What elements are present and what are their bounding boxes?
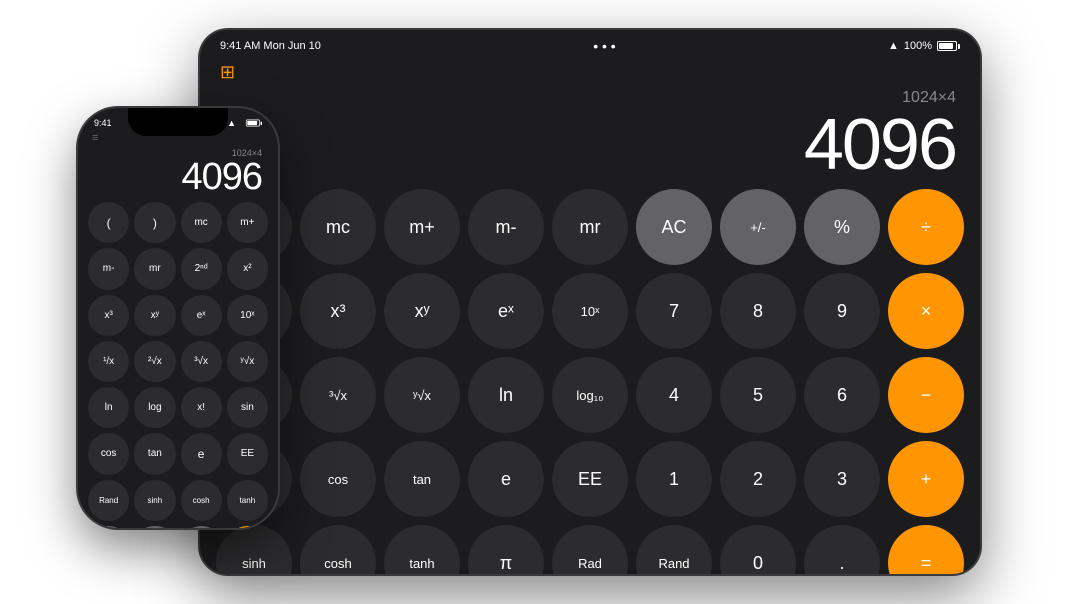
ipad-button----[interactable]: +/- — [720, 189, 796, 265]
iphone-button--[interactable]: ) — [134, 202, 175, 243]
ipad-button--[interactable]: % — [804, 189, 880, 265]
iphone-button--[interactable]: ( — [88, 202, 129, 243]
ipad-button-e-[interactable]: eˣ — [468, 273, 544, 349]
iphone-button-grid: ()mcm+ m-mr2ⁿᵈx² x³xʸeˣ10ˣ ¹/x²√x³√xʸ√x lnlo… — [88, 202, 268, 528]
ipad-button-6[interactable]: 6 — [804, 357, 880, 433]
iphone-button-log[interactable]: log — [134, 387, 175, 428]
ipad-button---x[interactable]: ³√x — [300, 357, 376, 433]
iphone-button--[interactable]: % — [181, 526, 222, 528]
iphone-button-tan[interactable]: tan — [134, 433, 175, 474]
ipad-button-1[interactable]: 1 — [636, 441, 712, 517]
ipad-calculator: 1024×4 4096 )mcm+m-mrAC+/-%÷x²x³xʸeˣ10ˣ7… — [200, 89, 980, 574]
ipad-sidebar-icon[interactable]: ⊞ — [220, 62, 235, 83]
iphone-button-mr[interactable]: mr — [134, 248, 175, 289]
ipad-button-9[interactable]: 9 — [804, 273, 880, 349]
ipad-button-7[interactable]: 7 — [636, 273, 712, 349]
ipad-button-log--[interactable]: log₁₀ — [552, 357, 628, 433]
ipad-button-5[interactable]: 5 — [720, 357, 796, 433]
ipad-result: 4096 — [224, 109, 956, 181]
iphone-button-10-[interactable]: 10ˣ — [227, 295, 268, 336]
ipad-display: 1024×4 4096 — [216, 89, 964, 189]
ipad-button--[interactable]: + — [888, 441, 964, 517]
iphone-button-cos[interactable]: cos — [88, 433, 129, 474]
ipad-button-x-[interactable]: x³ — [300, 273, 376, 349]
iphone-button-sinh[interactable]: sinh — [134, 480, 175, 521]
ipad-button-grid: )mcm+m-mrAC+/-%÷x²x³xʸeˣ10ˣ789×²√x³√xʸ√x… — [216, 189, 964, 574]
ipad-button--[interactable]: = — [888, 525, 964, 574]
iphone-button-Rand[interactable]: Rand — [88, 480, 129, 521]
iphone-button-sin[interactable]: sin — [227, 387, 268, 428]
iphone-time: 9:41 — [94, 118, 112, 128]
ipad-button---x[interactable]: ʸ√x — [384, 357, 460, 433]
iphone-button-mc[interactable]: mc — [181, 202, 222, 243]
iphone-menu-icon[interactable]: ≡ — [92, 132, 98, 144]
ipad-button-EE[interactable]: EE — [552, 441, 628, 517]
ipad-status-right: ▲ 100% — [888, 40, 960, 52]
ipad-dots-icon: • • • — [593, 38, 615, 54]
iphone-wifi-icon: ▲ — [227, 118, 236, 128]
iphone-button-m-[interactable]: m- — [88, 248, 129, 289]
ipad-button-ln[interactable]: ln — [468, 357, 544, 433]
ipad-battery-icon — [937, 41, 960, 51]
iphone-button----[interactable]: +/- — [134, 526, 175, 528]
iphone-battery-icon — [246, 120, 262, 127]
ipad-button-0[interactable]: 0 — [720, 525, 796, 574]
iphone-button-x-[interactable]: x³ — [88, 295, 129, 336]
ipad-button--[interactable]: . — [804, 525, 880, 574]
iphone-button-EE[interactable]: EE — [227, 433, 268, 474]
iphone-button-e[interactable]: e — [181, 433, 222, 474]
ipad-button--[interactable]: × — [888, 273, 964, 349]
iphone-display: 1024×4 4096 — [88, 148, 268, 202]
ipad-button-2[interactable]: 2 — [720, 441, 796, 517]
ipad-button-8[interactable]: 8 — [720, 273, 796, 349]
iphone-button-m-[interactable]: m+ — [227, 202, 268, 243]
ipad-time: 9:41 AM Mon Jun 10 — [220, 40, 321, 52]
ipad-button-Rand[interactable]: Rand — [636, 525, 712, 574]
ipad-button-e[interactable]: e — [468, 441, 544, 517]
ipad-button-mr[interactable]: mr — [552, 189, 628, 265]
ipad-button-m-[interactable]: m+ — [384, 189, 460, 265]
iphone-button-2--[interactable]: 2ⁿᵈ — [181, 248, 222, 289]
iphone-calculator: 1024×4 4096 ()mcm+ m-mr2ⁿᵈx² x³xʸeˣ10ˣ ¹/x²… — [78, 148, 278, 528]
ipad-button-cos[interactable]: cos — [300, 441, 376, 517]
iphone-button-AC[interactable]: AC — [88, 526, 129, 528]
iphone-button---x[interactable]: ¹/x — [88, 341, 129, 382]
ipad-button--[interactable]: π — [468, 525, 544, 574]
ipad-button-tan[interactable]: tan — [384, 441, 460, 517]
ipad-button-sinh[interactable]: sinh — [216, 525, 292, 574]
ipad-button--[interactable]: − — [888, 357, 964, 433]
ipad-button-m-[interactable]: m- — [468, 189, 544, 265]
ipad-status-center: • • • — [593, 38, 615, 54]
ipad-button-3[interactable]: 3 — [804, 441, 880, 517]
ipad-button-tanh[interactable]: tanh — [384, 525, 460, 574]
iphone-button-x-[interactable]: x² — [227, 248, 268, 289]
iphone-device: 9:41 ▲ ≡ — [78, 108, 278, 528]
ipad-toolbar: ⊞ — [200, 58, 980, 89]
iphone-button-x-[interactable]: xʸ — [134, 295, 175, 336]
iphone-button-cosh[interactable]: cosh — [181, 480, 222, 521]
ipad-button-Rad[interactable]: Rad — [552, 525, 628, 574]
iphone-result: 4096 — [94, 158, 262, 196]
iphone-button-tanh[interactable]: tanh — [227, 480, 268, 521]
ipad-button-cosh[interactable]: cosh — [300, 525, 376, 574]
ipad-status-bar: 9:41 AM Mon Jun 10 • • • ▲ 100% — [200, 30, 980, 58]
ipad-button-AC[interactable]: AC — [636, 189, 712, 265]
ipad-device: 9:41 AM Mon Jun 10 • • • ▲ 100% ⊞ 1024×4 — [200, 30, 980, 574]
scene: 9:41 AM Mon Jun 10 • • • ▲ 100% ⊞ 1024×4 — [0, 0, 1080, 604]
iphone-button---x[interactable]: ʸ√x — [227, 341, 268, 382]
iphone-button-e-[interactable]: eˣ — [181, 295, 222, 336]
ipad-button-x-[interactable]: xʸ — [384, 273, 460, 349]
ipad-battery-text: 100% — [904, 40, 932, 52]
iphone-notch — [128, 108, 228, 136]
iphone-button-x-[interactable]: x! — [181, 387, 222, 428]
ipad-button-mc[interactable]: mc — [300, 189, 376, 265]
ipad-button--[interactable]: ÷ — [888, 189, 964, 265]
ipad-button-10-[interactable]: 10ˣ — [552, 273, 628, 349]
ipad-button-4[interactable]: 4 — [636, 357, 712, 433]
ipad-wifi-icon: ▲ — [888, 40, 899, 52]
iphone-button---x[interactable]: ³√x — [181, 341, 222, 382]
iphone-button---x[interactable]: ²√x — [134, 341, 175, 382]
iphone-button-ln[interactable]: ln — [88, 387, 129, 428]
